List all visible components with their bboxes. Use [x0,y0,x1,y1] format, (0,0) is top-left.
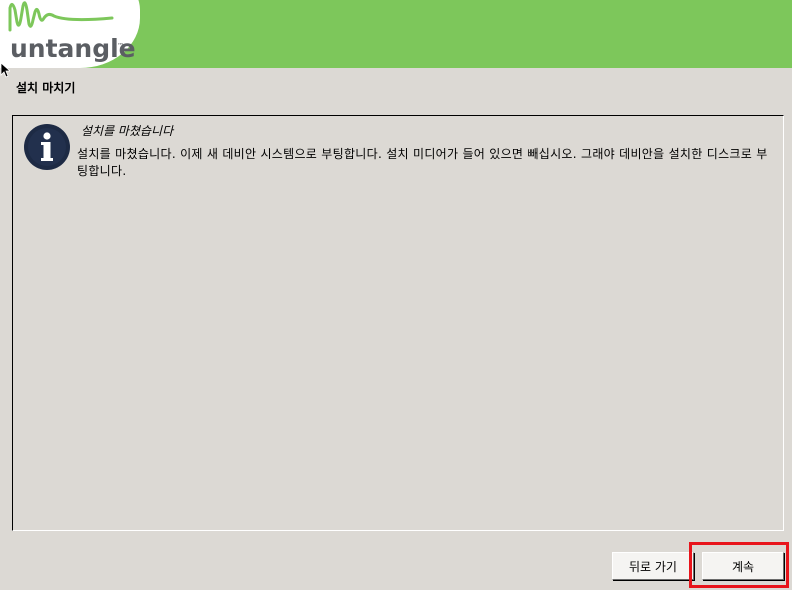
logo-trademark: ™ [117,42,124,50]
message-body: 설치를 마쳤습니다. 이제 새 데비안 시스템으로 부팅합니다. 설치 미디어가… [77,147,768,178]
mouse-cursor-icon [0,62,10,78]
page-title: 설치 마치기 [16,81,76,95]
logo-wave-icon [8,1,114,32]
logo: untangle ™ [0,0,140,68]
message-heading: 설치를 마쳤습니다 [81,124,174,138]
info-icon [24,124,70,170]
back-button[interactable]: 뒤로 가기 [612,552,694,580]
continue-button[interactable]: 계속 [702,552,784,580]
